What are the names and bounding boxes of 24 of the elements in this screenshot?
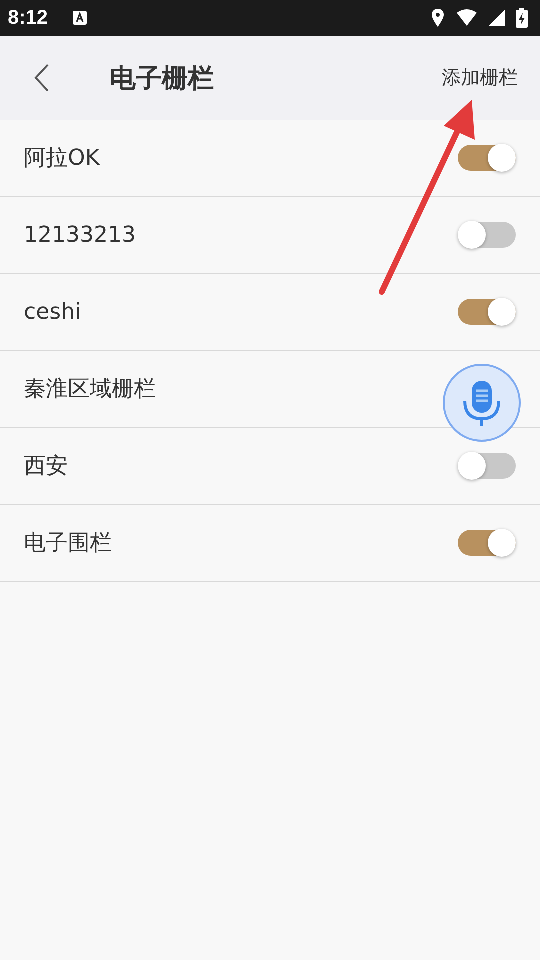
wifi-icon	[456, 9, 478, 27]
page-title: 电子栅栏	[110, 62, 214, 96]
battery-icon	[516, 8, 528, 28]
fence-name: ceshi	[24, 300, 82, 324]
add-fence-button[interactable]: 添加栅栏	[438, 61, 522, 95]
fence-row[interactable]: 12133213	[0, 197, 540, 274]
toggle-switch[interactable]	[458, 453, 516, 479]
back-icon	[34, 63, 50, 93]
fence-row[interactable]: ceshi	[0, 274, 540, 351]
fence-name: 电子围栏	[24, 530, 112, 558]
toggle-switch[interactable]	[458, 145, 516, 171]
fence-name: 阿拉OK	[24, 145, 100, 173]
signal-icon	[488, 9, 506, 27]
fence-name: 12133213	[24, 222, 136, 248]
fence-name: 秦淮区域栅栏	[24, 376, 156, 404]
microphone-icon	[461, 379, 503, 427]
location-icon	[430, 8, 446, 28]
fence-row[interactable]: 电子围栏	[0, 505, 540, 582]
fence-name: 西安	[24, 453, 68, 481]
toggle-switch[interactable]	[458, 530, 516, 556]
status-time: 8:12	[8, 6, 48, 30]
toggle-switch[interactable]	[458, 222, 516, 248]
toggle-switch[interactable]	[458, 299, 516, 325]
notification-icon	[72, 10, 88, 26]
